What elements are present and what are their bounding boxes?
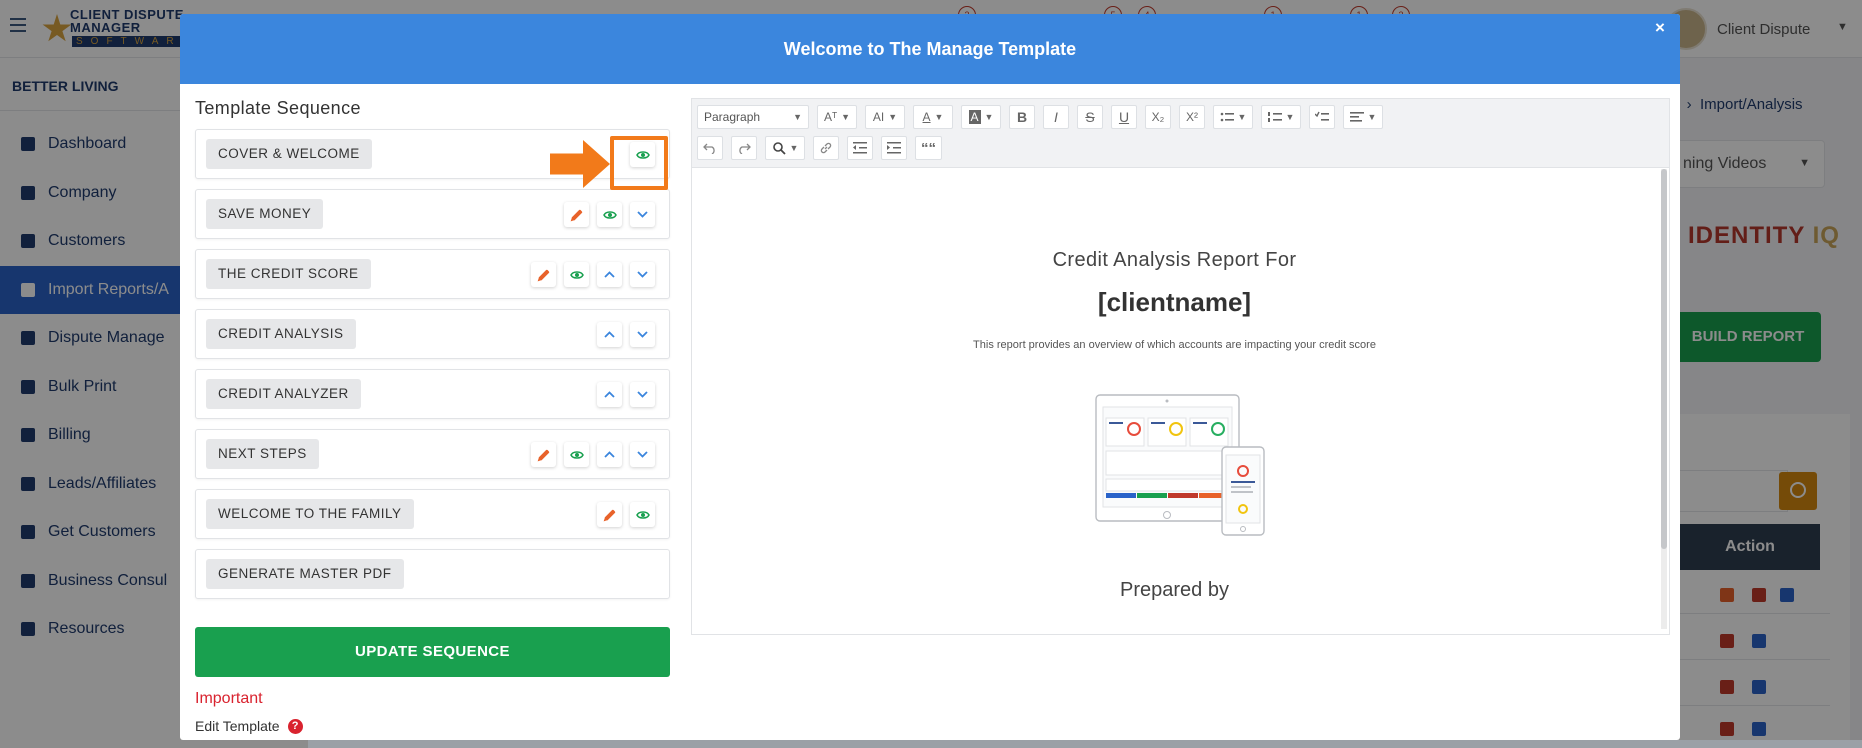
modal-title: Welcome to The Manage Template bbox=[783, 39, 1077, 59]
editor-toolbar: Paragraph ▼ Aᵀ ▼ AI ▼ A ▼ A ▼ B I S U X₂ X² ▼… bbox=[692, 99, 1669, 168]
bottom-strip bbox=[308, 740, 1862, 748]
sequence-item-label[interactable]: WELCOME TO THE FAMILY bbox=[206, 499, 414, 529]
underline-button[interactable]: U bbox=[1111, 105, 1137, 129]
highlight-box bbox=[610, 136, 668, 190]
blockquote-icon[interactable]: ““ bbox=[915, 136, 942, 160]
sequence-item-label[interactable]: NEXT STEPS bbox=[206, 439, 319, 469]
rich-text-editor: Paragraph ▼ Aᵀ ▼ AI ▼ A ▼ A ▼ B I S U X₂ X² ▼… bbox=[691, 98, 1670, 635]
manage-template-modal: Welcome to The Manage Template × Templat… bbox=[180, 14, 1680, 740]
edit-template-link[interactable]: Edit Template ? bbox=[195, 718, 303, 734]
chevron-up-icon[interactable] bbox=[597, 442, 622, 467]
template-sequence-title: Template Sequence bbox=[195, 98, 361, 118]
todo-list-icon[interactable] bbox=[1309, 105, 1335, 129]
pencil-icon[interactable] bbox=[597, 502, 622, 527]
sequence-item-label[interactable]: THE CREDIT SCORE bbox=[206, 259, 371, 289]
prepared-by-text: Prepared by bbox=[1120, 579, 1229, 601]
editor-document[interactable]: Credit Analysis Report For [clientname] … bbox=[692, 169, 1657, 634]
highlight-color-button[interactable]: A ▼ bbox=[961, 105, 1001, 129]
question-circle-icon[interactable]: ? bbox=[287, 718, 303, 734]
report-heading: Credit Analysis Report For bbox=[1052, 249, 1297, 271]
editor-scrollbar[interactable] bbox=[1661, 169, 1667, 629]
sequence-item-label[interactable]: GENERATE MASTER PDF bbox=[206, 559, 404, 589]
sequence-item-label[interactable]: COVER & WELCOME bbox=[206, 139, 372, 169]
eye-icon[interactable] bbox=[630, 502, 655, 527]
chevron-down-icon[interactable] bbox=[630, 382, 655, 407]
sequence-item-actions bbox=[589, 382, 655, 407]
chevron-up-icon[interactable] bbox=[597, 322, 622, 347]
bulleted-list-icon[interactable]: ▼ bbox=[1213, 105, 1253, 129]
undo-icon[interactable] bbox=[697, 136, 723, 160]
eye-icon[interactable] bbox=[564, 442, 589, 467]
pencil-icon[interactable] bbox=[531, 262, 556, 287]
scrollbar-thumb[interactable] bbox=[1661, 169, 1667, 549]
chevron-up-icon[interactable] bbox=[597, 262, 622, 287]
bold-button[interactable]: B bbox=[1009, 105, 1035, 129]
sequence-item[interactable]: WELCOME TO THE FAMILY bbox=[195, 489, 670, 539]
modal-header: Welcome to The Manage Template × bbox=[180, 14, 1680, 84]
find-replace-icon[interactable]: ▼ bbox=[765, 136, 805, 160]
eye-icon[interactable] bbox=[564, 262, 589, 287]
chevron-down-icon[interactable] bbox=[630, 262, 655, 287]
template-sequence-list: COVER & WELCOME SAVE MONEY THE CREDIT SCOR… bbox=[195, 129, 670, 609]
superscript-button[interactable]: X² bbox=[1179, 105, 1205, 129]
sequence-item[interactable]: CREDIT ANALYZER bbox=[195, 369, 670, 419]
strikethrough-button[interactable]: S bbox=[1077, 105, 1103, 129]
indent-icon[interactable] bbox=[881, 136, 907, 160]
sequence-item[interactable]: NEXT STEPS bbox=[195, 429, 670, 479]
numbered-list-icon[interactable]: ▼ bbox=[1261, 105, 1301, 129]
font-color-button[interactable]: A ▼ bbox=[913, 105, 953, 129]
chevron-down-icon[interactable] bbox=[630, 322, 655, 347]
sequence-item-label[interactable]: CREDIT ANALYZER bbox=[206, 379, 361, 409]
sequence-item[interactable]: THE CREDIT SCORE bbox=[195, 249, 670, 299]
outdent-icon[interactable] bbox=[847, 136, 873, 160]
close-icon[interactable]: × bbox=[1650, 18, 1670, 38]
font-family-button[interactable]: AI ▼ bbox=[865, 105, 905, 129]
sequence-item-label[interactable]: CREDIT ANALYSIS bbox=[206, 319, 356, 349]
pencil-icon[interactable] bbox=[531, 442, 556, 467]
sequence-item[interactable]: CREDIT ANALYSIS bbox=[195, 309, 670, 359]
link-icon[interactable] bbox=[813, 136, 839, 160]
paragraph-format-select[interactable]: Paragraph ▼ bbox=[697, 105, 809, 129]
subscript-button[interactable]: X₂ bbox=[1145, 105, 1171, 129]
sequence-item-actions bbox=[523, 442, 655, 467]
update-sequence-button[interactable]: UPDATE SEQUENCE bbox=[195, 627, 670, 677]
chevron-up-icon[interactable] bbox=[597, 382, 622, 407]
sequence-item-actions bbox=[589, 502, 655, 527]
report-description: This report provides an overview of whic… bbox=[973, 339, 1376, 351]
sequence-item-label[interactable]: SAVE MONEY bbox=[206, 199, 324, 229]
sequence-item-actions bbox=[589, 322, 655, 347]
italic-button[interactable]: I bbox=[1043, 105, 1069, 129]
chevron-down-icon[interactable] bbox=[630, 442, 655, 467]
devices-illustration bbox=[1095, 394, 1265, 536]
pencil-icon[interactable] bbox=[564, 202, 589, 227]
sequence-item-actions bbox=[556, 202, 655, 227]
sequence-item-actions bbox=[523, 262, 655, 287]
align-left-icon[interactable]: ▼ bbox=[1343, 105, 1383, 129]
redo-icon[interactable] bbox=[731, 136, 757, 160]
sequence-item[interactable]: GENERATE MASTER PDF bbox=[195, 549, 670, 599]
important-label: Important bbox=[195, 690, 263, 707]
sequence-item[interactable]: SAVE MONEY bbox=[195, 189, 670, 239]
chevron-down-icon[interactable] bbox=[630, 202, 655, 227]
eye-icon[interactable] bbox=[597, 202, 622, 227]
client-name-placeholder: [clientname] bbox=[1097, 287, 1252, 317]
edit-template-label: Edit Template bbox=[195, 718, 280, 734]
font-size-button[interactable]: Aᵀ ▼ bbox=[817, 105, 857, 129]
